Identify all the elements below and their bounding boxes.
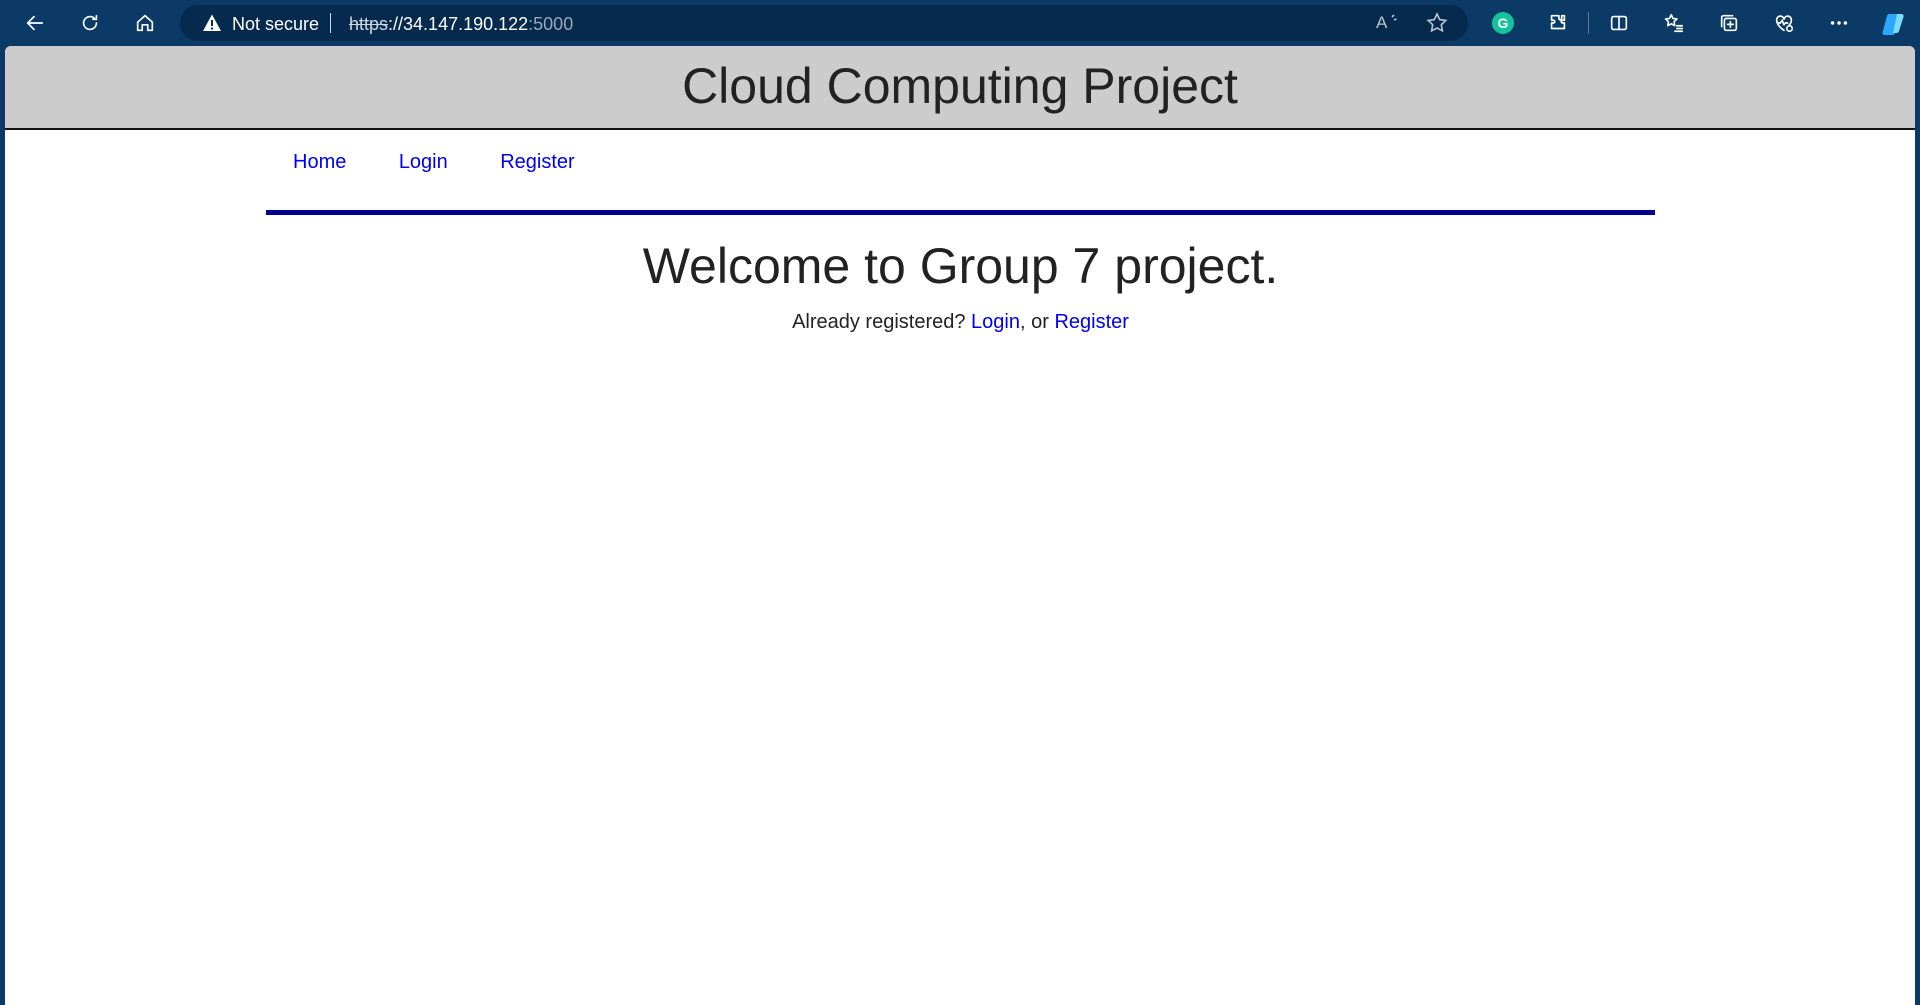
heart-pulse-icon — [1775, 15, 1794, 33]
site-header: Cloud Computing Project — [5, 46, 1915, 130]
grammarly-extension-icon[interactable]: G — [1492, 12, 1514, 34]
url-text[interactable]: https://34.147.190.122:5000 — [349, 14, 573, 35]
url-port: :5000 — [528, 14, 574, 34]
registration-prompt: Already registered? Login, or Register — [266, 311, 1655, 334]
security-status-text[interactable]: Not secure — [232, 14, 319, 35]
browser-essentials-button[interactable] — [1767, 6, 1801, 40]
puzzle-icon — [1550, 14, 1566, 30]
inline-login-link[interactable]: Login — [971, 311, 1020, 333]
browser-toolbar: Not secure https://34.147.190.122:5000 A… — [0, 0, 1920, 46]
home-button[interactable] — [128, 6, 162, 40]
back-button[interactable] — [18, 6, 52, 40]
toolbar-divider — [1588, 12, 1589, 34]
prompt-separator: , or — [1019, 311, 1055, 333]
address-divider — [330, 13, 331, 33]
page-viewport: Cloud Computing Project Home Login Regis… — [5, 46, 1915, 1005]
collections-button[interactable] — [1712, 6, 1746, 40]
star-icon — [1426, 12, 1448, 33]
split-screen-icon — [1610, 15, 1628, 31]
home-icon — [136, 14, 154, 32]
url-host: ://34.147.190.122 — [388, 14, 529, 34]
favorite-button[interactable] — [1425, 11, 1449, 35]
refresh-icon — [82, 14, 98, 31]
read-aloud-waves-icon — [1391, 14, 1397, 21]
extensions-button[interactable] — [1541, 6, 1575, 40]
warning-icon[interactable] — [202, 13, 222, 33]
nav-link-login[interactable]: Login — [399, 151, 448, 174]
main-nav: Home Login Register — [266, 130, 1655, 215]
welcome-heading: Welcome to Group 7 project. — [642, 238, 1279, 294]
favorites-button[interactable] — [1657, 6, 1691, 40]
content-container: Home Login Register Welcome to Group 7 p… — [266, 130, 1655, 334]
nav-link-register[interactable]: Register — [500, 151, 574, 174]
refresh-button[interactable] — [73, 6, 107, 40]
copilot-icon[interactable] — [1880, 11, 1908, 37]
back-arrow-icon — [26, 15, 44, 31]
collections-icon — [1720, 14, 1738, 32]
inline-register-link[interactable]: Register — [1054, 311, 1128, 333]
registration-prompt-text: Already registered? — [792, 311, 972, 333]
split-screen-button[interactable] — [1602, 6, 1636, 40]
url-scheme: https — [349, 14, 389, 34]
more-options-button[interactable] — [1822, 6, 1856, 40]
address-bar[interactable]: Not secure https://34.147.190.122:5000 A — [180, 5, 1468, 41]
read-aloud-button[interactable]: A — [1376, 11, 1400, 35]
ellipsis-icon — [1830, 21, 1848, 25]
favorites-list-icon — [1664, 13, 1684, 33]
site-title: Cloud Computing Project — [682, 58, 1238, 114]
nav-link-home[interactable]: Home — [293, 151, 346, 174]
